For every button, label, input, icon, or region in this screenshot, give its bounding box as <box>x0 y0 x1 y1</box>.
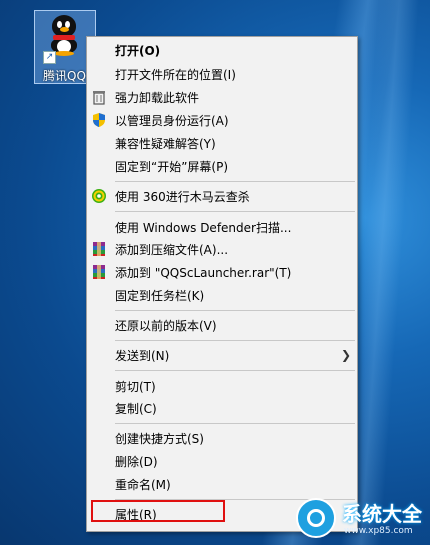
menu-item-label: 还原以前的版本(V) <box>115 319 217 333</box>
menu-item-add-to-archive[interactable]: 添加到压缩文件(A)... <box>87 238 357 260</box>
menu-item-add-to-rar[interactable]: 添加到 "QQScLauncher.rar"(T) <box>87 261 357 283</box>
uac-shield-icon <box>91 112 107 128</box>
menu-item-compatibility-troubleshoot[interactable]: 兼容性疑难解答(Y) <box>87 132 357 154</box>
360-icon <box>91 188 107 204</box>
context-menu: 打开(O) 打开文件所在的位置(I) 强力卸载此软件 以管理员身份运行(A) 兼… <box>86 36 358 532</box>
watermark: 系统大全 www.xp85.com <box>294 496 430 545</box>
menu-item-label: 重命名(M) <box>115 478 171 492</box>
menu-item-label: 复制(C) <box>115 402 157 416</box>
menu-item-label: 强力卸载此软件 <box>115 91 200 105</box>
menu-item-pin-to-taskbar[interactable]: 固定到任务栏(K) <box>87 284 357 306</box>
menu-item-defender-scan[interactable]: 使用 Windows Defender扫描... <box>87 216 357 238</box>
menu-item-label: 兼容性疑难解答(Y) <box>115 137 216 151</box>
menu-item-restore-previous-versions[interactable]: 还原以前的版本(V) <box>87 314 357 336</box>
watermark-url: www.xp85.com <box>344 526 413 536</box>
menu-item-label: 打开文件所在的位置(I) <box>115 68 236 82</box>
menu-item-label: 添加到 "QQScLauncher.rar"(T) <box>115 266 292 280</box>
menu-item-360-scan[interactable]: 使用 360进行木马云查杀 <box>87 185 357 207</box>
menu-item-label: 添加到压缩文件(A)... <box>115 243 229 257</box>
trash-icon <box>91 89 107 105</box>
menu-item-create-shortcut[interactable]: 创建快捷方式(S) <box>87 427 357 449</box>
menu-separator <box>115 310 355 311</box>
watermark-logo-icon <box>296 498 336 538</box>
menu-item-open-file-location[interactable]: 打开文件所在的位置(I) <box>87 63 357 85</box>
menu-item-label: 固定到任务栏(K) <box>115 289 205 303</box>
menu-item-label: 打开(O) <box>115 44 161 58</box>
menu-item-send-to[interactable]: 发送到(N) ❯ <box>87 344 357 366</box>
menu-item-label: 使用 360进行木马云查杀 <box>115 190 250 204</box>
menu-item-run-as-admin[interactable]: 以管理员身份运行(A) <box>87 109 357 131</box>
menu-item-pin-to-start[interactable]: 固定到“开始”屏幕(P) <box>87 155 357 177</box>
winrar-icon <box>91 241 107 257</box>
menu-item-label: 发送到(N) <box>115 349 170 363</box>
menu-separator <box>115 340 355 341</box>
menu-item-delete[interactable]: 删除(D) <box>87 450 357 472</box>
winrar-icon <box>91 264 107 280</box>
menu-separator <box>115 370 355 371</box>
annotation-highlight-box <box>91 500 225 522</box>
qq-penguin-icon <box>49 15 79 56</box>
chevron-right-icon: ❯ <box>340 348 351 362</box>
menu-item-copy[interactable]: 复制(C) <box>87 397 357 419</box>
menu-separator <box>115 423 355 424</box>
menu-item-label: 剪切(T) <box>115 380 156 394</box>
menu-item-label: 删除(D) <box>115 455 158 469</box>
menu-item-force-uninstall[interactable]: 强力卸载此软件 <box>87 86 357 108</box>
watermark-title: 系统大全 <box>342 502 422 526</box>
menu-item-open[interactable]: 打开(O) <box>87 39 357 61</box>
menu-separator <box>115 211 355 212</box>
menu-item-rename[interactable]: 重命名(M) <box>87 473 357 495</box>
menu-item-cut[interactable]: 剪切(T) <box>87 375 357 397</box>
menu-item-label: 创建快捷方式(S) <box>115 432 204 446</box>
menu-separator <box>115 181 355 182</box>
menu-item-label: 固定到“开始”屏幕(P) <box>115 160 229 174</box>
shortcut-arrow-icon: ↗ <box>43 51 56 64</box>
menu-item-label: 使用 Windows Defender扫描... <box>115 221 292 235</box>
menu-item-label: 以管理员身份运行(A) <box>115 114 229 128</box>
